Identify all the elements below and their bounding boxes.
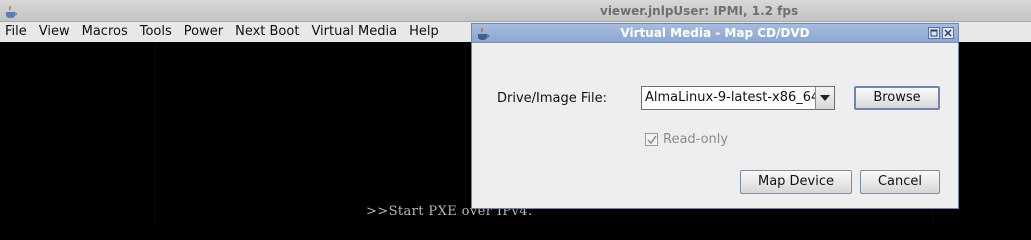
readonly-label: Read-only	[663, 132, 729, 147]
menu-file[interactable]: File	[0, 22, 33, 42]
menu-tools[interactable]: Tools	[134, 22, 178, 42]
menu-virtual-media[interactable]: Virtual Media	[305, 22, 403, 42]
cancel-button[interactable]: Cancel	[860, 170, 940, 194]
dialog-title: Virtual Media - Map CD/DVD	[620, 26, 810, 40]
console-divider	[155, 42, 156, 224]
java-cup-icon	[4, 4, 18, 18]
browse-button[interactable]: Browse	[854, 86, 940, 110]
window-title: viewer.jnlpUser: IPMI, 1.2 fps	[600, 4, 799, 18]
menu-help[interactable]: Help	[403, 22, 445, 42]
window-titlebar[interactable]: viewer.jnlpUser: IPMI, 1.2 fps	[0, 0, 1031, 22]
menu-macros[interactable]: Macros	[76, 22, 134, 42]
menu-view[interactable]: View	[33, 22, 76, 42]
menu-power[interactable]: Power	[178, 22, 229, 42]
virtual-media-dialog: Virtual Media - Map CD/DVD Drive/Image F…	[471, 23, 959, 209]
drive-image-label: Drive/Image File:	[497, 91, 608, 106]
maximize-icon[interactable]	[928, 27, 940, 39]
checkmark-icon[interactable]	[645, 133, 658, 146]
drive-image-combobox[interactable]: AlmaLinux-9-latest-x86_64-dvd.iso	[641, 86, 835, 110]
map-device-button[interactable]: Map Device	[740, 170, 852, 194]
close-icon[interactable]	[942, 27, 954, 39]
dialog-titlebar[interactable]: Virtual Media - Map CD/DVD	[472, 24, 958, 43]
menu-next-boot[interactable]: Next Boot	[229, 22, 305, 42]
chevron-down-icon[interactable]	[815, 87, 834, 109]
drive-image-value: AlmaLinux-9-latest-x86_64-dvd.iso	[645, 90, 815, 105]
